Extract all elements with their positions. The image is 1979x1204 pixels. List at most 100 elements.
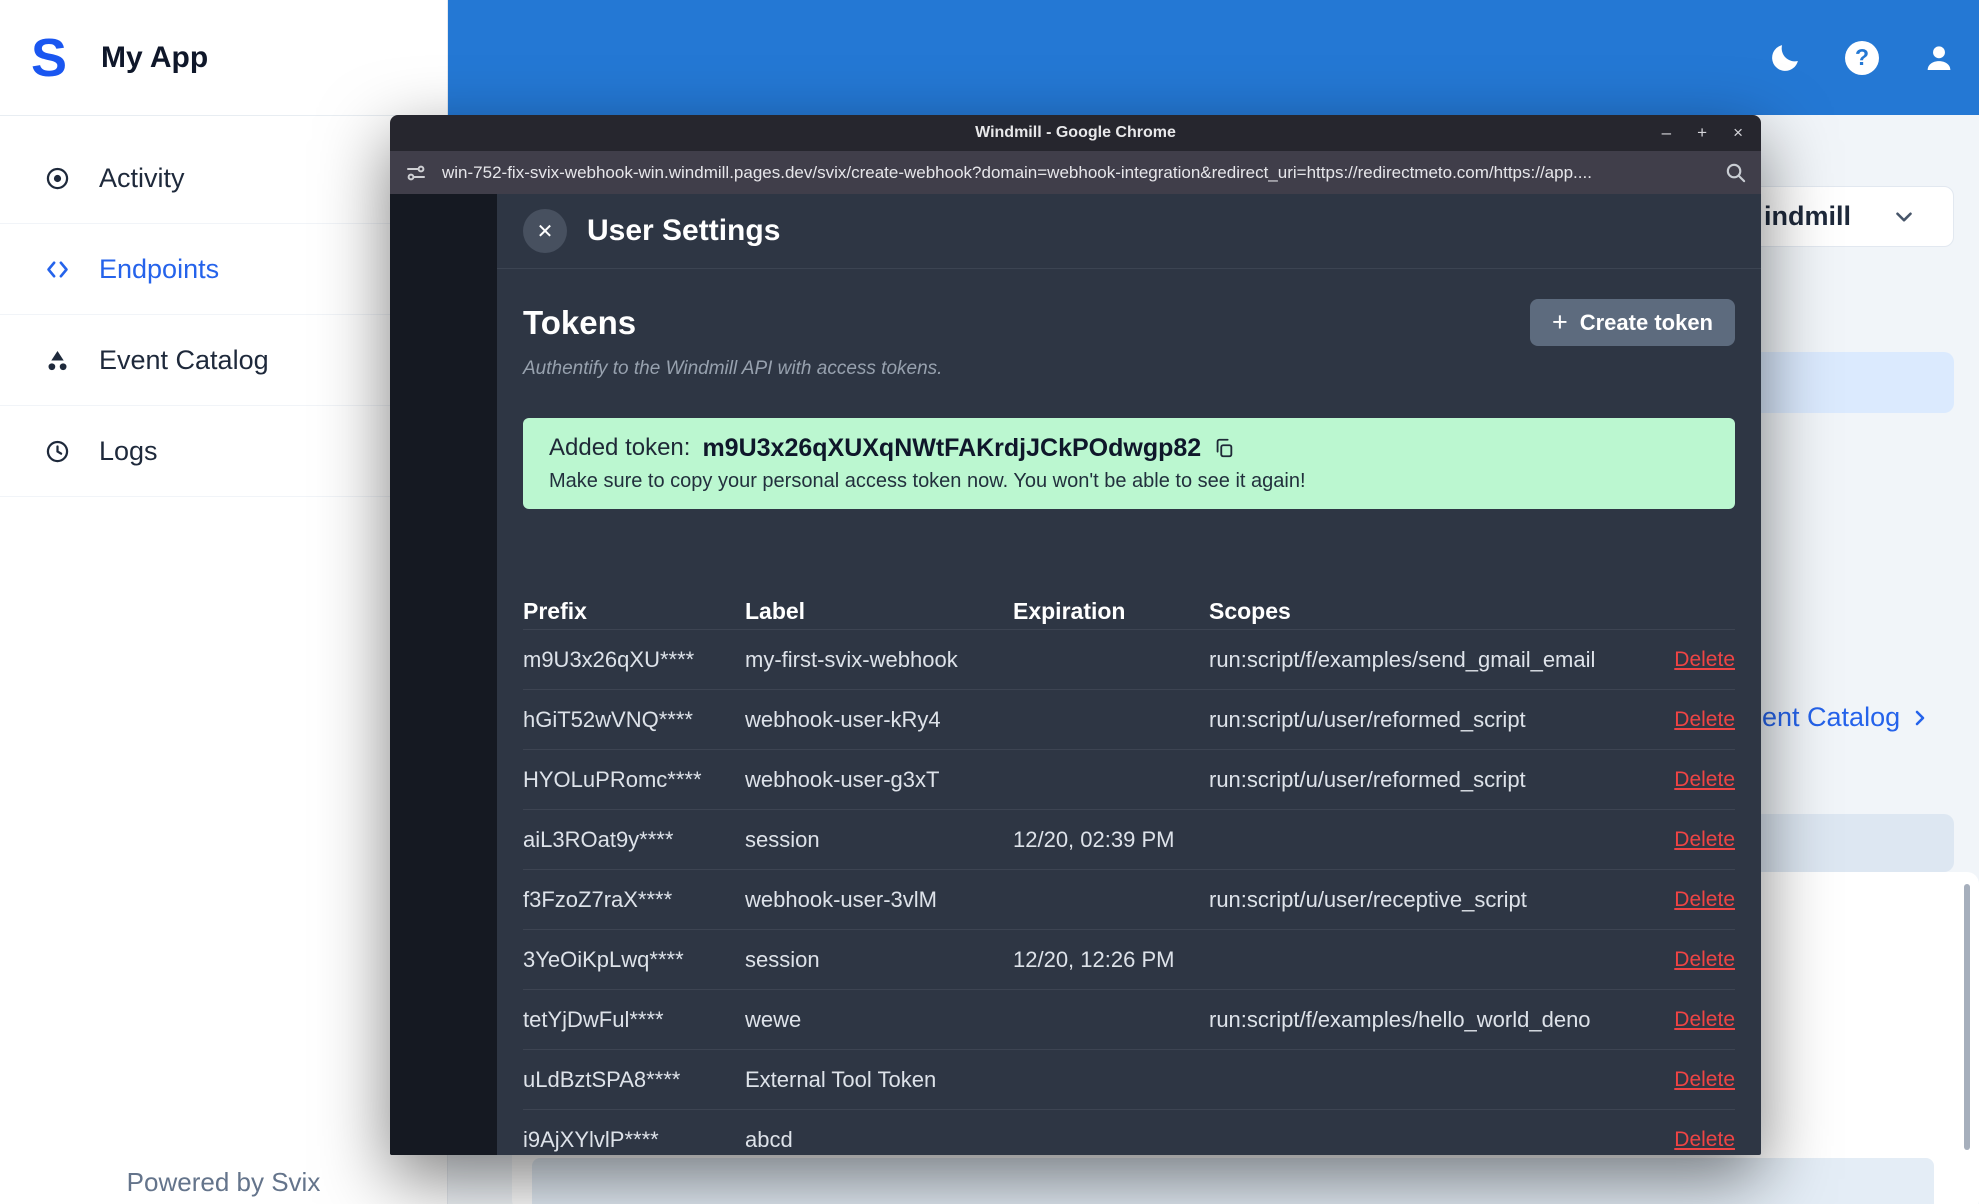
delete-token-link[interactable]: Delete xyxy=(1674,648,1735,672)
table-row: tetYjDwFul**** wewe run:script/f/example… xyxy=(523,990,1735,1050)
sidebar-header: S My App xyxy=(0,0,447,116)
delete-token-link[interactable]: Delete xyxy=(1674,948,1735,972)
app-name: My App xyxy=(101,40,209,74)
col-header-scopes: Scopes xyxy=(1209,598,1291,624)
token-scopes: run:script/f/examples/send_gmail_email xyxy=(1209,646,1596,672)
delete-token-link[interactable]: Delete xyxy=(1674,768,1735,792)
token-prefix: i9AjXYlvlP**** xyxy=(523,1126,659,1152)
event-catalog-link-label: ent Catalog xyxy=(1762,702,1901,732)
token-label: webhook-user-kRy4 xyxy=(745,706,941,732)
token-prefix: f3FzoZ7raX**** xyxy=(523,886,673,912)
table-header-row: Prefix Label Expiration Scopes xyxy=(523,594,1735,630)
table-row: HYOLuPRomc**** webhook-user-g3xT run:scr… xyxy=(523,750,1735,810)
top-bar: ? xyxy=(448,0,1979,115)
url-text[interactable]: win-752-fix-svix-webhook-win.windmill.pa… xyxy=(442,163,1710,183)
col-header-prefix: Prefix xyxy=(523,598,587,624)
token-prefix: 3YeOiKpLwq**** xyxy=(523,946,684,972)
window-titlebar[interactable]: Windmill - Google Chrome – + × xyxy=(390,115,1761,151)
token-scopes: run:script/u/user/reformed_script xyxy=(1209,766,1526,792)
table-row: 3YeOiKpLwq**** session 12/20, 12:26 PM D… xyxy=(523,930,1735,990)
token-prefix: aiL3ROat9y**** xyxy=(523,826,674,852)
table-row: i9AjXYlvlP**** abcd Delete xyxy=(523,1110,1735,1155)
window-content: ✕ User Settings Tokens + Create token Au… xyxy=(390,194,1761,1155)
token-label: External Tool Token xyxy=(745,1066,937,1092)
minimize-button[interactable]: – xyxy=(1662,115,1671,151)
maximize-button[interactable]: + xyxy=(1697,115,1707,151)
token-scopes: run:script/f/examples/hello_world_deno xyxy=(1209,1006,1591,1032)
tokens-subtitle: Authentify to the Windmill API with acce… xyxy=(523,358,943,379)
window-title: Windmill - Google Chrome xyxy=(975,124,1176,141)
logs-icon xyxy=(44,438,71,465)
url-bar[interactable]: win-752-fix-svix-webhook-win.windmill.pa… xyxy=(390,151,1761,194)
token-label: session xyxy=(745,826,820,852)
event-catalog-icon xyxy=(44,347,71,374)
token-label: session xyxy=(745,946,820,972)
sidebar-item-event-catalog[interactable]: Event Catalog xyxy=(0,315,447,406)
col-header-expiration: Expiration xyxy=(1013,598,1126,624)
token-prefix: m9U3x26qXU**** xyxy=(523,646,695,672)
sidebar-item-label: Activity xyxy=(99,162,185,193)
modal-title: User Settings xyxy=(587,214,781,247)
user-settings-modal: ✕ User Settings Tokens + Create token Au… xyxy=(497,194,1761,1155)
sidebar-item-endpoints[interactable]: Endpoints xyxy=(0,224,447,315)
close-modal-button[interactable]: ✕ xyxy=(523,209,567,253)
screen: S My App Activity Endpoints Event Catalo… xyxy=(0,0,1979,1204)
delete-token-link[interactable]: Delete xyxy=(1674,708,1735,732)
delete-token-link[interactable]: Delete xyxy=(1674,828,1735,852)
background-panel-inner-box xyxy=(532,1158,1934,1204)
added-token-alert: Added token: m9U3x26qXUXqNWtFAKrdjJCkPOd… xyxy=(523,418,1735,509)
tokens-table: Prefix Label Expiration Scopes m9U3x26qX… xyxy=(523,594,1735,1155)
sidebar: S My App Activity Endpoints Event Catalo… xyxy=(0,0,448,1204)
copy-warning: Make sure to copy your personal access t… xyxy=(549,470,1306,492)
table-row: uLdBztSPA8**** External Tool Token Delet… xyxy=(523,1050,1735,1110)
create-token-button[interactable]: + Create token xyxy=(1529,299,1735,346)
token-label: wewe xyxy=(745,1006,802,1032)
zoom-icon[interactable] xyxy=(1724,161,1747,184)
create-token-label: Create token xyxy=(1579,309,1713,335)
delete-token-link[interactable]: Delete xyxy=(1674,888,1735,912)
sidebar-item-logs[interactable]: Logs xyxy=(0,406,447,497)
token-prefix: hGiT52wVNQ**** xyxy=(523,706,693,732)
token-scopes: run:script/u/user/reformed_script xyxy=(1209,706,1526,732)
page-backdrop-strip xyxy=(390,194,497,1155)
tokens-section-head: Tokens + Create token xyxy=(523,299,1735,346)
svix-logo-icon: S xyxy=(30,27,68,88)
added-token-prefix: Added token: xyxy=(549,434,691,461)
tokens-heading: Tokens xyxy=(523,303,637,341)
powered-by-svix: Powered by Svix xyxy=(126,1167,321,1197)
help-icon[interactable]: ? xyxy=(1844,40,1880,76)
token-label: my-first-svix-webhook xyxy=(745,646,958,672)
sidebar-item-label: Logs xyxy=(99,435,158,466)
sidebar-item-activity[interactable]: Activity xyxy=(0,133,447,224)
user-account-icon[interactable] xyxy=(1921,40,1957,76)
page-scrollbar[interactable] xyxy=(1964,884,1970,1150)
token-label: webhook-user-3vlM xyxy=(745,886,937,912)
token-prefix: HYOLuPRomc**** xyxy=(523,766,702,792)
activity-icon xyxy=(44,165,71,192)
window-controls: – + × xyxy=(1662,115,1761,151)
event-catalog-link[interactable]: ent Catalog xyxy=(1762,702,1932,733)
token-scopes: run:script/u/user/receptive_script xyxy=(1209,886,1527,912)
dark-mode-toggle-icon[interactable] xyxy=(1767,40,1803,76)
token-expiration: 12/20, 12:26 PM xyxy=(1013,946,1175,972)
sidebar-item-label: Endpoints xyxy=(99,253,220,284)
sidebar-item-label: Event Catalog xyxy=(99,344,269,375)
token-label: webhook-user-g3xT xyxy=(745,766,940,792)
chevron-right-icon xyxy=(1915,710,1925,725)
delete-token-link[interactable]: Delete xyxy=(1674,1008,1735,1032)
delete-token-link[interactable]: Delete xyxy=(1674,1068,1735,1092)
table-row: m9U3x26qXU**** my-first-svix-webhook run… xyxy=(523,630,1735,690)
table-row: aiL3ROat9y**** session 12/20, 02:39 PM D… xyxy=(523,810,1735,870)
modal-header: ✕ User Settings xyxy=(497,194,1761,269)
chevron-down-icon xyxy=(1891,204,1917,230)
delete-token-link[interactable]: Delete xyxy=(1674,1128,1735,1152)
col-header-label: Label xyxy=(745,598,806,624)
sidebar-nav: Activity Endpoints Event Catalog Logs xyxy=(0,133,447,497)
table-row: hGiT52wVNQ**** webhook-user-kRy4 run:scr… xyxy=(523,690,1735,750)
copy-icon[interactable] xyxy=(1213,437,1235,459)
site-settings-icon[interactable] xyxy=(404,161,428,185)
chrome-window: Windmill - Google Chrome – + × win-752-f… xyxy=(390,115,1761,1155)
table-row: f3FzoZ7raX**** webhook-user-3vlM run:scr… xyxy=(523,870,1735,930)
close-window-button[interactable]: × xyxy=(1733,115,1743,151)
token-label: abcd xyxy=(745,1126,793,1152)
